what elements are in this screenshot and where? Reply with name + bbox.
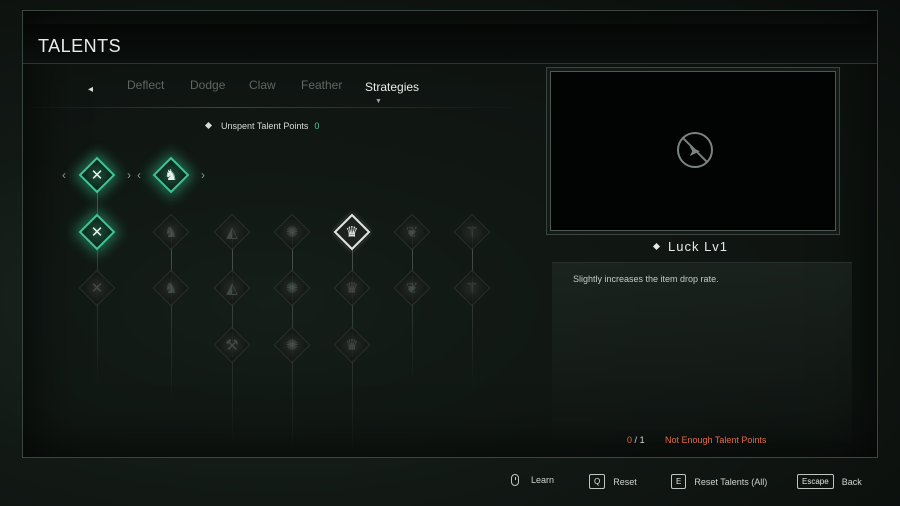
reset-all-control[interactable]: E Reset Talents (All) xyxy=(671,474,767,489)
talent-node[interactable]: ✺ xyxy=(273,326,311,364)
figure-icon: ♞ xyxy=(164,224,178,241)
unspent-label: Unspent Talent Points xyxy=(221,121,309,131)
back-label: Back xyxy=(841,476,862,487)
key-q: Q xyxy=(589,474,606,489)
chevron-right-icon[interactable]: › xyxy=(201,168,205,182)
talent-name-text: Luck Lv1 xyxy=(668,239,729,254)
crown-icon: ♛ xyxy=(345,280,359,297)
learn-control[interactable]: Learn xyxy=(511,474,554,486)
talent-node[interactable]: ♛ xyxy=(333,269,371,307)
learn-label: Learn xyxy=(531,475,555,485)
talent-node[interactable]: ♞ xyxy=(152,213,190,251)
gear-icon: ✺ xyxy=(285,280,299,297)
talent-node-axe-learned[interactable]: ✕ xyxy=(78,156,116,194)
tree-line xyxy=(412,232,413,382)
chevron-left-icon[interactable]: ‹ xyxy=(137,168,141,182)
axe-icon: ✕ xyxy=(90,167,104,184)
gourd-icon: ❦ xyxy=(405,224,419,241)
reset-control[interactable]: Q Reset xyxy=(589,474,637,489)
unspent-points: Unspent Talent Points 0 xyxy=(204,121,320,131)
reset-label: Reset xyxy=(613,476,637,487)
talent-node-luck-selected[interactable]: ♛ xyxy=(333,213,371,251)
figure-icon: ♞ xyxy=(164,280,178,297)
talent-node[interactable]: ❦ xyxy=(393,269,431,307)
cannon-icon: ⚒ xyxy=(225,337,239,354)
tab-prev-arrow-icon[interactable]: ◂ xyxy=(88,84,93,95)
axe-icon: ✕ xyxy=(90,280,104,297)
tab-bar: ◂ Deflect Dodge Claw Feather Strategies … xyxy=(82,72,522,105)
unspent-value: 0 xyxy=(314,121,320,131)
points-sep: / xyxy=(634,435,638,445)
key-e: E xyxy=(671,474,687,489)
talent-node[interactable]: ♛ xyxy=(333,326,371,364)
staff-icon: ⚚ xyxy=(465,280,479,297)
figure-icon: ♞ xyxy=(164,167,178,184)
talent-description: Slightly increases the item drop rate. xyxy=(573,274,719,284)
diamond-bullet-icon xyxy=(204,121,213,130)
tab-claw[interactable]: Claw xyxy=(249,78,276,92)
talent-node-figure-learned[interactable]: ♞ xyxy=(152,156,190,194)
points-required: 1 xyxy=(639,435,645,445)
talent-node[interactable]: ◭ xyxy=(213,213,251,251)
talent-node[interactable]: ✺ xyxy=(273,269,311,307)
talent-node[interactable]: ⚒ xyxy=(213,326,251,364)
talent-name: Luck Lv1 xyxy=(652,239,729,254)
status-warning: Not Enough Talent Points xyxy=(665,435,767,445)
talent-preview-video: ➤ xyxy=(550,71,836,231)
reset-all-label: Reset Talents (All) xyxy=(694,476,768,487)
gear-icon: ✺ xyxy=(285,337,299,354)
talent-node[interactable]: ⚚ xyxy=(453,213,491,251)
crown-icon: ♛ xyxy=(345,224,359,241)
key-escape: Escape xyxy=(797,474,834,489)
crown-icon: ♛ xyxy=(345,337,359,354)
gourd-icon: ❦ xyxy=(405,280,419,297)
tab-dodge[interactable]: Dodge xyxy=(190,78,225,92)
title-bar xyxy=(23,24,877,64)
description-panel xyxy=(552,262,852,442)
hood-icon: ◭ xyxy=(226,224,238,241)
tab-feather[interactable]: Feather xyxy=(301,78,342,92)
talent-node[interactable]: ❦ xyxy=(393,213,431,251)
tabs-divider xyxy=(24,107,524,108)
chevron-right-icon[interactable]: › xyxy=(127,168,131,182)
hood-icon: ◭ xyxy=(226,280,238,297)
points-counter: 0 / 1 xyxy=(627,435,645,445)
diamond-bullet-icon xyxy=(652,242,661,251)
tab-strategies[interactable]: Strategies xyxy=(365,80,419,94)
gear-icon: ✺ xyxy=(285,224,299,241)
back-control[interactable]: Escape Back xyxy=(797,474,862,489)
tree-line xyxy=(472,232,473,382)
talent-node[interactable]: ◭ xyxy=(213,269,251,307)
cursor-icon: ➤ xyxy=(688,143,701,160)
axe-icon: ✕ xyxy=(90,224,104,241)
tree-line xyxy=(171,232,172,402)
talent-node-axe-learned[interactable]: ✕ xyxy=(78,213,116,251)
mouse-icon xyxy=(511,474,519,486)
staff-icon: ⚚ xyxy=(465,224,479,241)
talent-node[interactable]: ♞ xyxy=(152,269,190,307)
page-title: TALENTS xyxy=(38,36,122,56)
talent-node[interactable]: ⚚ xyxy=(453,269,491,307)
talent-node[interactable]: ✺ xyxy=(273,213,311,251)
active-tab-caret-icon: ▼ xyxy=(375,98,382,105)
chevron-left-icon[interactable]: ‹ xyxy=(62,168,66,182)
tab-deflect[interactable]: Deflect xyxy=(127,78,164,92)
talent-node[interactable]: ✕ xyxy=(78,269,116,307)
